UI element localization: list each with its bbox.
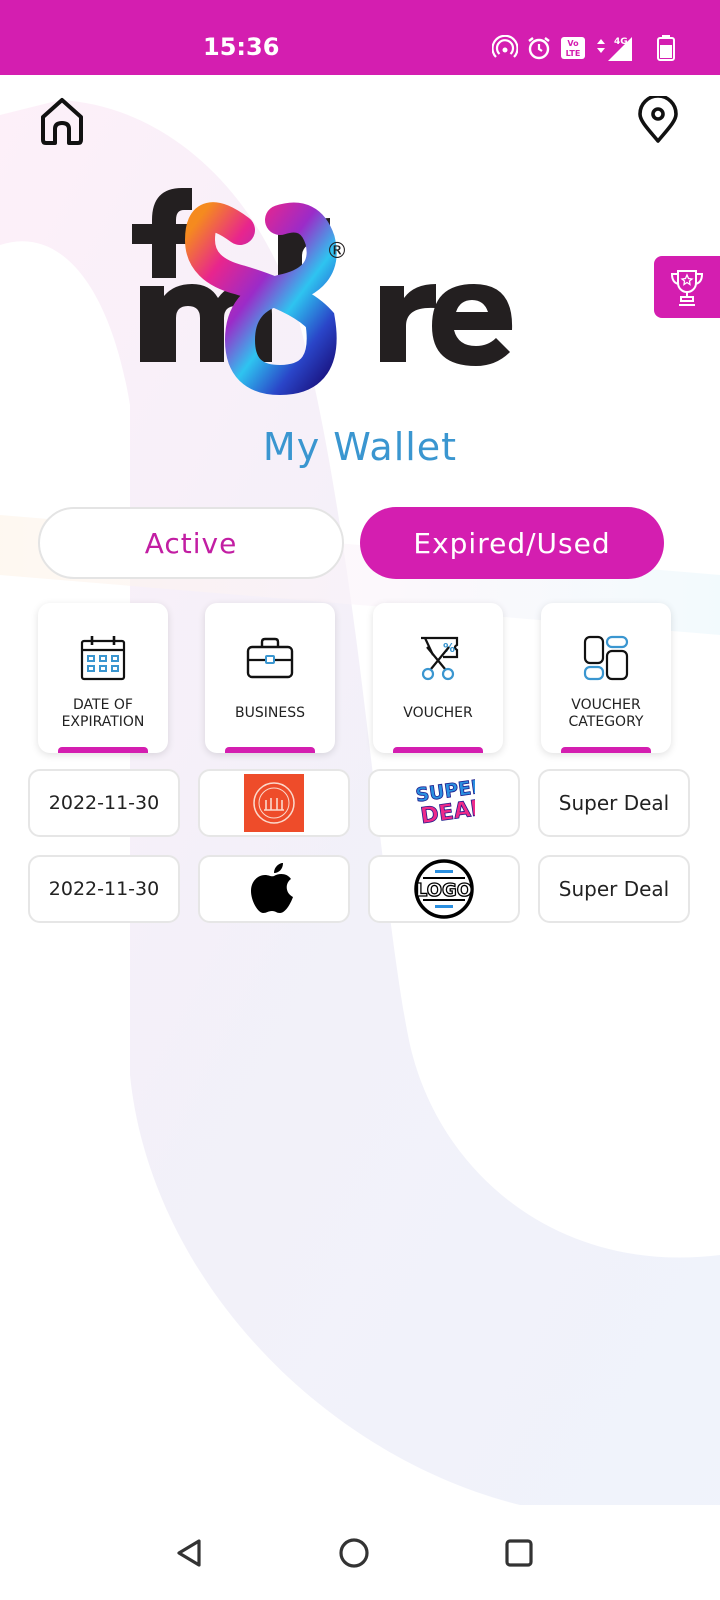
apple-logo-icon xyxy=(251,863,293,913)
business-logo-cell xyxy=(198,769,350,837)
category-label: VOUCHER CATEGORY xyxy=(568,697,644,730)
battery-icon xyxy=(657,35,675,61)
home-button[interactable] xyxy=(38,95,86,147)
recents-square-icon xyxy=(505,1539,533,1567)
nav-recents-button[interactable] xyxy=(497,1531,541,1575)
home-icon xyxy=(41,98,83,145)
signal-icon: 4G xyxy=(597,37,632,61)
svg-text:LOGO: LOGO xyxy=(416,880,472,901)
category-date-of-expiration[interactable]: DATE OF EXPIRATION xyxy=(38,603,168,753)
voucher-logo-cell: SUPER DEAL xyxy=(368,769,520,837)
volte-icon: Vo LTE xyxy=(561,37,585,59)
status-time: 15:36 xyxy=(203,33,280,61)
calendar-icon xyxy=(80,636,126,681)
trophy-button[interactable] xyxy=(654,256,720,318)
formore-logo: ® xyxy=(130,180,530,400)
nav-back-button[interactable] xyxy=(168,1531,212,1575)
status-icons: Vo LTE 4G xyxy=(492,34,676,62)
voucher-category: Super Deal xyxy=(538,769,690,837)
system-nav-bar xyxy=(0,1505,720,1600)
location-pin-icon xyxy=(638,94,678,143)
tab-active[interactable]: Active xyxy=(38,507,344,579)
category-indicator xyxy=(393,747,483,753)
home-circle-icon xyxy=(339,1538,369,1568)
category-label: DATE OF EXPIRATION xyxy=(61,697,145,730)
category-business[interactable]: BUSINESS xyxy=(205,603,335,753)
business-logo-cell xyxy=(198,855,350,923)
category-voucher[interactable]: % VOUCHER xyxy=(373,603,503,753)
category-indicator xyxy=(225,747,315,753)
voucher-row[interactable]: 2022-11-30 LOGO Super Deal xyxy=(28,855,692,923)
category-label: VOUCHER xyxy=(403,705,473,721)
back-triangle-icon xyxy=(177,1539,201,1567)
hotspot-icon xyxy=(492,35,518,58)
location-button[interactable] xyxy=(636,94,680,144)
category-grid-icon xyxy=(583,635,629,681)
sort-categories: DATE OF EXPIRATION BUSINESS % VOUCHER VO… xyxy=(38,603,682,753)
category-label: BUSINESS xyxy=(235,705,305,721)
category-voucher-category[interactable]: VOUCHER CATEGORY xyxy=(541,603,671,753)
generic-logo: LOGO xyxy=(414,859,474,919)
briefcase-icon xyxy=(246,637,294,679)
logo-registered-mark: ® xyxy=(326,239,348,264)
alarm-icon xyxy=(528,37,550,60)
nav-home-button[interactable] xyxy=(332,1531,376,1575)
super-deal-logo: SUPER DEAL xyxy=(414,776,475,830)
category-indicator xyxy=(58,747,148,753)
voucher-date: 2022-11-30 xyxy=(28,769,180,837)
business-logo-red-icon xyxy=(244,774,304,832)
voucher-date: 2022-11-30 xyxy=(28,855,180,923)
voucher-scissors-icon: % xyxy=(421,636,459,681)
svg-text:Vo: Vo xyxy=(567,39,579,48)
voucher-category: Super Deal xyxy=(538,855,690,923)
trophy-icon xyxy=(670,270,704,306)
category-indicator xyxy=(561,747,651,753)
voucher-row[interactable]: 2022-11-30 SUPER DEAL Super Deal xyxy=(28,769,692,837)
svg-text:LTE: LTE xyxy=(566,49,581,58)
status-bar: 15:36 Vo LTE 4G xyxy=(0,0,720,75)
tab-expired-used[interactable]: Expired/Used xyxy=(360,507,664,579)
page-title: My Wallet xyxy=(262,425,458,469)
voucher-logo-cell: LOGO xyxy=(368,855,520,923)
